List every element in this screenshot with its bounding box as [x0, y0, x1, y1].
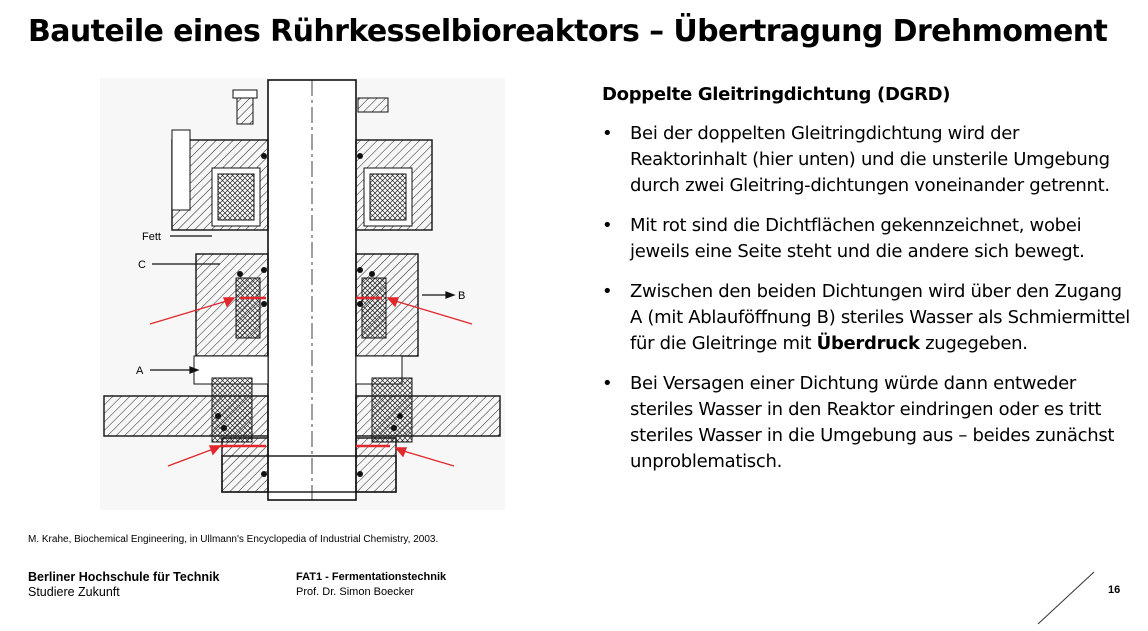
author-name: Prof. Dr. Simon Boecker [296, 586, 414, 598]
citation: M. Krahe, Biochemical Engineering, in Ul… [28, 534, 439, 545]
bullet-symbol: • [602, 123, 613, 144]
bullet-list: • Bei der doppelten Gleitringdichtung wi… [602, 121, 1132, 475]
seal-cross-section-diagram: Fett C A B [100, 78, 505, 510]
bullet-symbol: • [602, 373, 613, 394]
bullet-text: Bei der doppelten Gleitringdichtung wird… [630, 123, 1110, 196]
label-c: C [138, 259, 146, 271]
page-number: 16 [1108, 584, 1121, 596]
label-fett: Fett [142, 231, 161, 243]
footer-brand: Berliner Hochschule für Technik Studiere… [28, 570, 219, 600]
brand-name: Berliner Hochschule für Technik [28, 570, 220, 584]
top-bolt-right [357, 97, 389, 113]
bullet-text-part: zugegeben. [919, 333, 1028, 354]
bullet-text: Zwischen den beiden Dichtungen wird über… [630, 281, 1130, 354]
label-b: B [458, 290, 465, 302]
subheading: Doppelte Gleitringdichtung (DGRD) [602, 84, 951, 105]
bullet-text: Mit rot sind die Dichtflächen gekennzeic… [630, 215, 1085, 262]
slide-title: Bauteile eines Rührkesselbioreaktors – Ü… [28, 14, 1108, 49]
top-bolt-left [232, 89, 258, 125]
course-name: FAT1 - Fermentationstechnik [296, 571, 447, 583]
footer-course: FAT1 - Fermentationstechnik Prof. Dr. Si… [296, 570, 446, 600]
content-panel: Doppelte Gleitringdichtung (DGRD) • Bei … [602, 84, 1132, 489]
bullet-symbol: • [602, 215, 613, 236]
bullet-item: • Bei der doppelten Gleitringdichtung wi… [602, 121, 1132, 199]
brand-slogan: Studiere Zukunft [28, 585, 120, 599]
label-a: A [136, 365, 144, 377]
bullet-item: • Mit rot sind die Dichtflächen gekennze… [602, 213, 1132, 265]
decorative-slash [1036, 570, 1096, 631]
bullet-text-bold: Überdruck [816, 333, 920, 354]
bullet-symbol: • [602, 281, 613, 302]
shaft [267, 79, 357, 501]
bullet-text: Bei Versagen einer Dichtung würde dann e… [630, 373, 1115, 472]
bullet-item: • Bei Versagen einer Dichtung würde dann… [602, 371, 1132, 475]
bullet-item: • Zwischen den beiden Dichtungen wird üb… [602, 279, 1132, 357]
